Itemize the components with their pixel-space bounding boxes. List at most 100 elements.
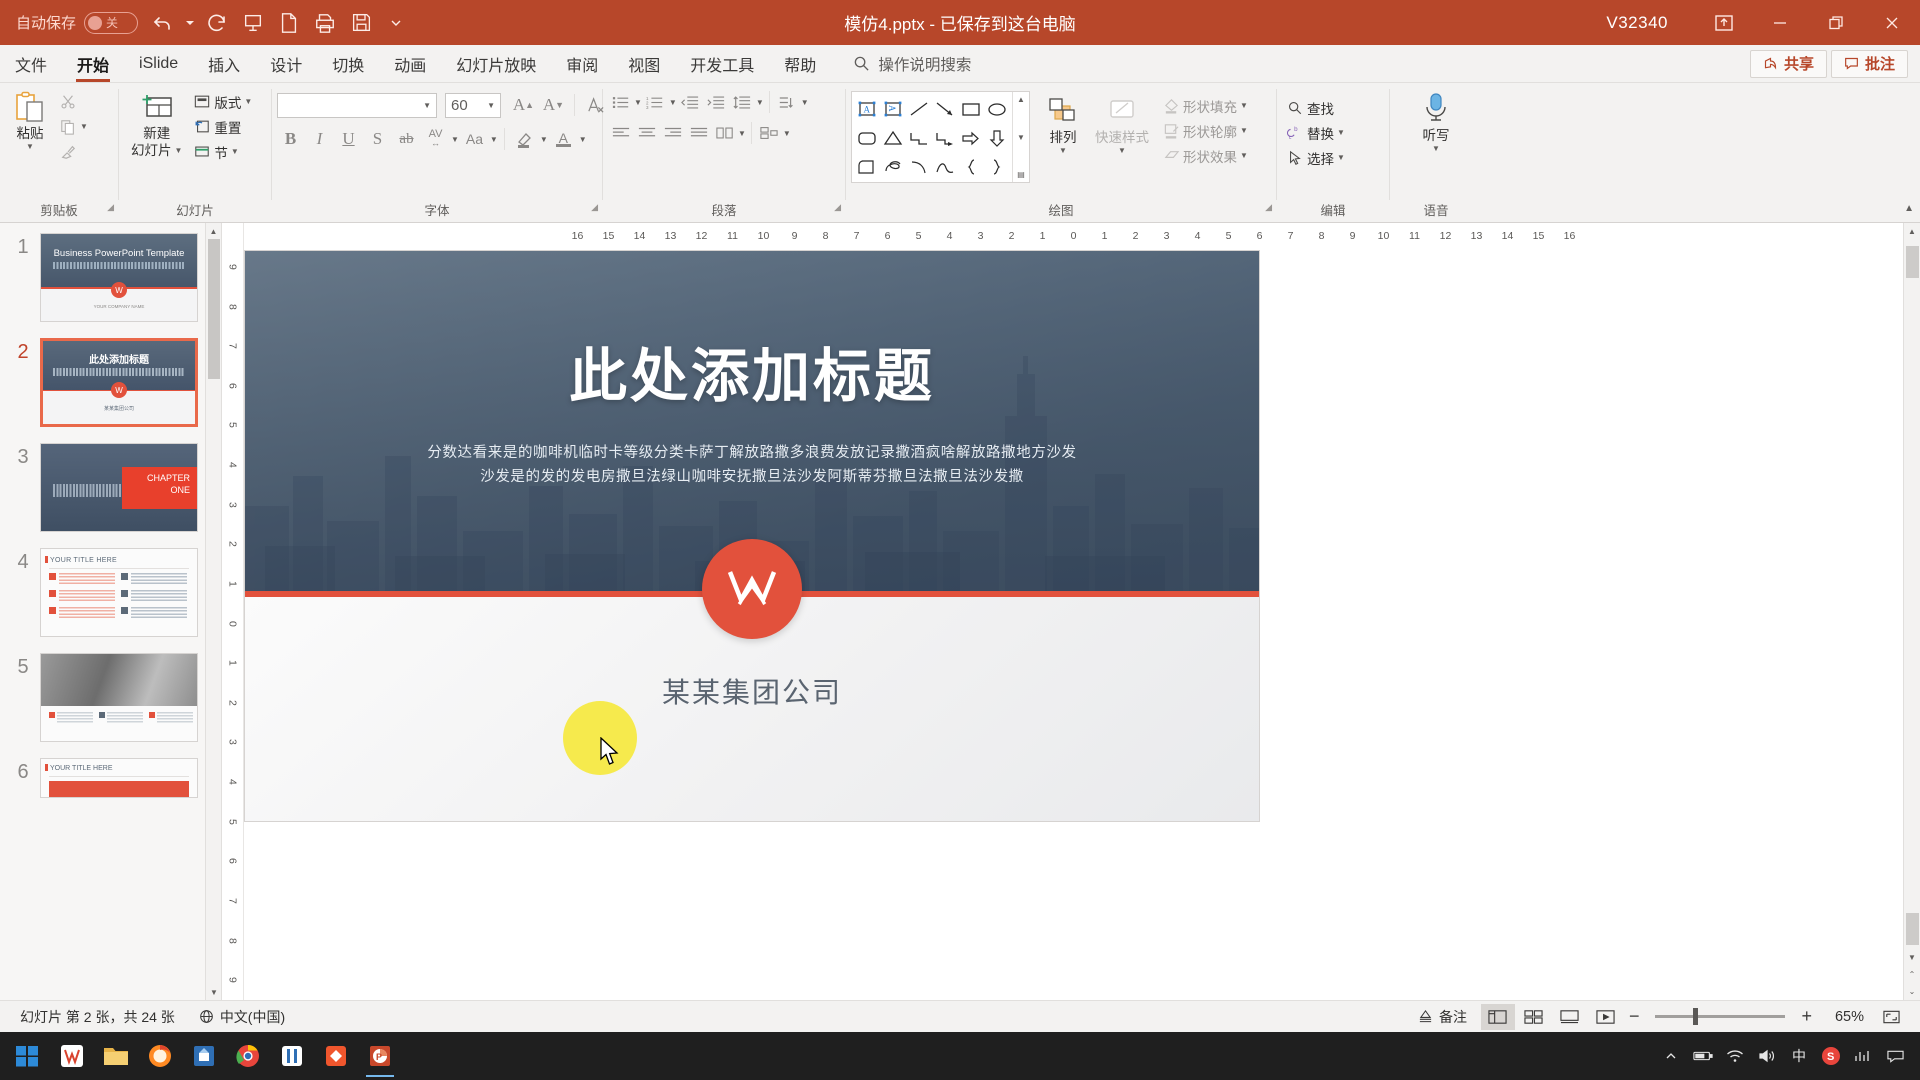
slide-canvas-area[interactable]: 16 15 14 13 12 11 10 9 8 7 6 5 4 3 2 1 0…	[244, 223, 1903, 1000]
bullets-button[interactable]	[608, 90, 633, 114]
slide-thumbnail-image[interactable]	[40, 653, 198, 742]
tab-review[interactable]: 审阅	[551, 45, 613, 82]
zoom-slider-handle[interactable]	[1693, 1008, 1698, 1025]
tab-design[interactable]: 设计	[255, 45, 317, 82]
tray-stats-icon[interactable]	[1848, 1034, 1878, 1078]
slide-subtitle[interactable]: 分数达看来是的咖啡机临时卡等级分类卡萨丁解放路撒多浪费发放记录撒酒疯啥解放路撒地…	[335, 441, 1169, 489]
slide-sorter-view-button[interactable]	[1517, 1004, 1551, 1030]
slide-thumbnail-panel[interactable]: 1 Business PowerPoint Template W YOUR CO…	[0, 223, 222, 1000]
shrink-font-button[interactable]: A▼	[540, 92, 567, 118]
zoom-level[interactable]: 65%	[1818, 1009, 1864, 1025]
shape-left-brace-icon[interactable]	[958, 152, 984, 181]
shape-scribble-icon[interactable]	[880, 152, 906, 181]
slide-thumbnail-5[interactable]: 5	[0, 653, 221, 742]
tell-me-search[interactable]: 操作说明搜索	[831, 45, 971, 82]
align-left-button[interactable]	[608, 121, 633, 145]
convert-smartart-caret-icon[interactable]: ▼	[783, 129, 791, 138]
slide-logo[interactable]	[702, 539, 802, 639]
line-spacing-button[interactable]	[730, 90, 755, 114]
normal-view-button[interactable]	[1481, 1004, 1515, 1030]
change-case-button[interactable]: Aa	[461, 126, 488, 152]
thumbnail-scrollbar-thumb[interactable]	[208, 239, 220, 379]
shape-effects-caret-icon[interactable]: ▼	[1240, 151, 1248, 160]
shapes-gallery-more-icon[interactable]: ▤	[1017, 170, 1025, 179]
shape-triangle-icon[interactable]	[880, 123, 906, 152]
slide-thumbnail-image[interactable]: CHAPTER ONE	[40, 443, 198, 532]
section-button[interactable]: 节 ▼	[189, 139, 256, 164]
canvas-vertical-scrollbar[interactable]: ▲ ▼ ⌃ ⌄	[1903, 223, 1920, 1000]
tray-notification-icon[interactable]	[1880, 1034, 1910, 1078]
canvas-scroll-up-icon[interactable]: ▲	[1904, 223, 1920, 240]
redo-icon[interactable]	[200, 6, 234, 40]
font-color-button[interactable]: A	[550, 126, 577, 152]
tray-expand-icon[interactable]	[1656, 1034, 1686, 1078]
italic-button[interactable]: I	[306, 126, 333, 152]
taskbar-app-chrome[interactable]	[226, 1034, 270, 1078]
paste-button[interactable]: 粘贴 ▼	[5, 87, 55, 153]
tray-ime-icon[interactable]: 中	[1784, 1034, 1814, 1078]
canvas-scrollbar-thumb-lower[interactable]	[1906, 913, 1919, 945]
autosave-toggle[interactable]: 自动保存 关	[10, 12, 144, 34]
restore-icon[interactable]	[1808, 0, 1864, 45]
layout-button[interactable]: 版式 ▼	[189, 89, 256, 114]
reset-button[interactable]: 重置	[189, 114, 256, 139]
align-center-button[interactable]	[634, 121, 659, 145]
tab-home[interactable]: 开始	[62, 45, 124, 82]
slide-thumbnail-image[interactable]: YOUR TITLE HERE	[40, 548, 198, 637]
tray-volume-icon[interactable]	[1752, 1034, 1782, 1078]
dictate-caret-icon[interactable]: ▼	[1432, 145, 1440, 152]
shape-text-box-icon[interactable]: A	[854, 94, 880, 123]
change-case-caret-icon[interactable]: ▼	[490, 135, 498, 144]
tray-battery-icon[interactable]	[1688, 1034, 1718, 1078]
ribbon-display-options-icon[interactable]	[1696, 0, 1752, 45]
arrange-caret-icon[interactable]: ▼	[1059, 147, 1067, 154]
shape-arrow-icon[interactable]	[932, 94, 958, 123]
canvas-scrollbar-thumb[interactable]	[1906, 246, 1919, 278]
new-file-icon[interactable]	[272, 6, 306, 40]
taskbar-app-firefox[interactable]	[138, 1034, 182, 1078]
shape-elbow-arrow-connector-icon[interactable]	[932, 123, 958, 152]
font-size-caret-icon[interactable]: ▼	[487, 101, 495, 110]
shape-oval-icon[interactable]	[984, 94, 1010, 123]
character-spacing-button[interactable]: AV↔	[422, 126, 449, 152]
shape-outline-button[interactable]: 形状轮廓 ▼	[1158, 118, 1252, 143]
slide-thumbnail-image[interactable]: Business PowerPoint Template W YOUR COMP…	[40, 233, 198, 322]
align-right-button[interactable]	[660, 121, 685, 145]
paragraph-dialog-launcher[interactable]: ◢	[834, 196, 841, 218]
shape-curve-icon[interactable]	[906, 152, 932, 181]
shape-elbow-connector-icon[interactable]	[906, 123, 932, 152]
ribbon-collapse-icon[interactable]: ▲	[1904, 203, 1914, 214]
zoom-slider[interactable]	[1655, 1015, 1785, 1018]
shape-right-arrow-icon[interactable]	[958, 123, 984, 152]
fit-to-window-button[interactable]	[1874, 1004, 1908, 1030]
shape-vertical-text-box-icon[interactable]: A	[880, 94, 906, 123]
shape-arc-icon[interactable]	[932, 152, 958, 181]
replace-button[interactable]: bc 替换 ▼	[1282, 120, 1349, 145]
previous-slide-button[interactable]: ⌃	[1904, 966, 1920, 983]
tray-sogou-icon[interactable]: S	[1816, 1034, 1846, 1078]
slide-canvas[interactable]: 此处添加标题 分数达看来是的咖啡机临时卡等级分类卡萨丁解放路撒多浪费发放记录撒酒…	[245, 251, 1259, 821]
undo-dropdown-caret-icon[interactable]	[182, 6, 198, 40]
present-icon[interactable]	[236, 6, 270, 40]
slideshow-view-button[interactable]	[1589, 1004, 1623, 1030]
arrange-button[interactable]: 排列 ▼	[1038, 91, 1088, 157]
close-icon[interactable]	[1864, 0, 1920, 45]
thumbnail-scroll-up-icon[interactable]: ▲	[206, 223, 221, 239]
slide-counter[interactable]: 幻灯片 第 2 张，共 24 张	[8, 1007, 187, 1027]
thumbnail-scroll-down-icon[interactable]: ▼	[206, 984, 222, 1000]
save-icon[interactable]	[344, 6, 378, 40]
text-direction-caret-icon[interactable]: ▼	[801, 98, 809, 107]
shape-flowchart-icon[interactable]	[854, 152, 880, 181]
share-button[interactable]: 共享	[1750, 50, 1827, 78]
shape-rounded-rectangle-icon[interactable]	[854, 123, 880, 152]
slide-thumbnail-6[interactable]: 6 YOUR TITLE HERE	[0, 758, 221, 798]
start-button[interactable]	[4, 1036, 50, 1076]
font-name-input[interactable]: ▼	[277, 93, 437, 118]
canvas-scroll-down-icon[interactable]: ▼	[1904, 949, 1920, 966]
tab-animations[interactable]: 动画	[379, 45, 441, 82]
tab-view[interactable]: 视图	[613, 45, 675, 82]
taskbar-app-store[interactable]	[182, 1034, 226, 1078]
reading-view-button[interactable]	[1553, 1004, 1587, 1030]
tab-file[interactable]: 文件	[0, 45, 62, 82]
tab-developer[interactable]: 开发工具	[675, 45, 769, 82]
